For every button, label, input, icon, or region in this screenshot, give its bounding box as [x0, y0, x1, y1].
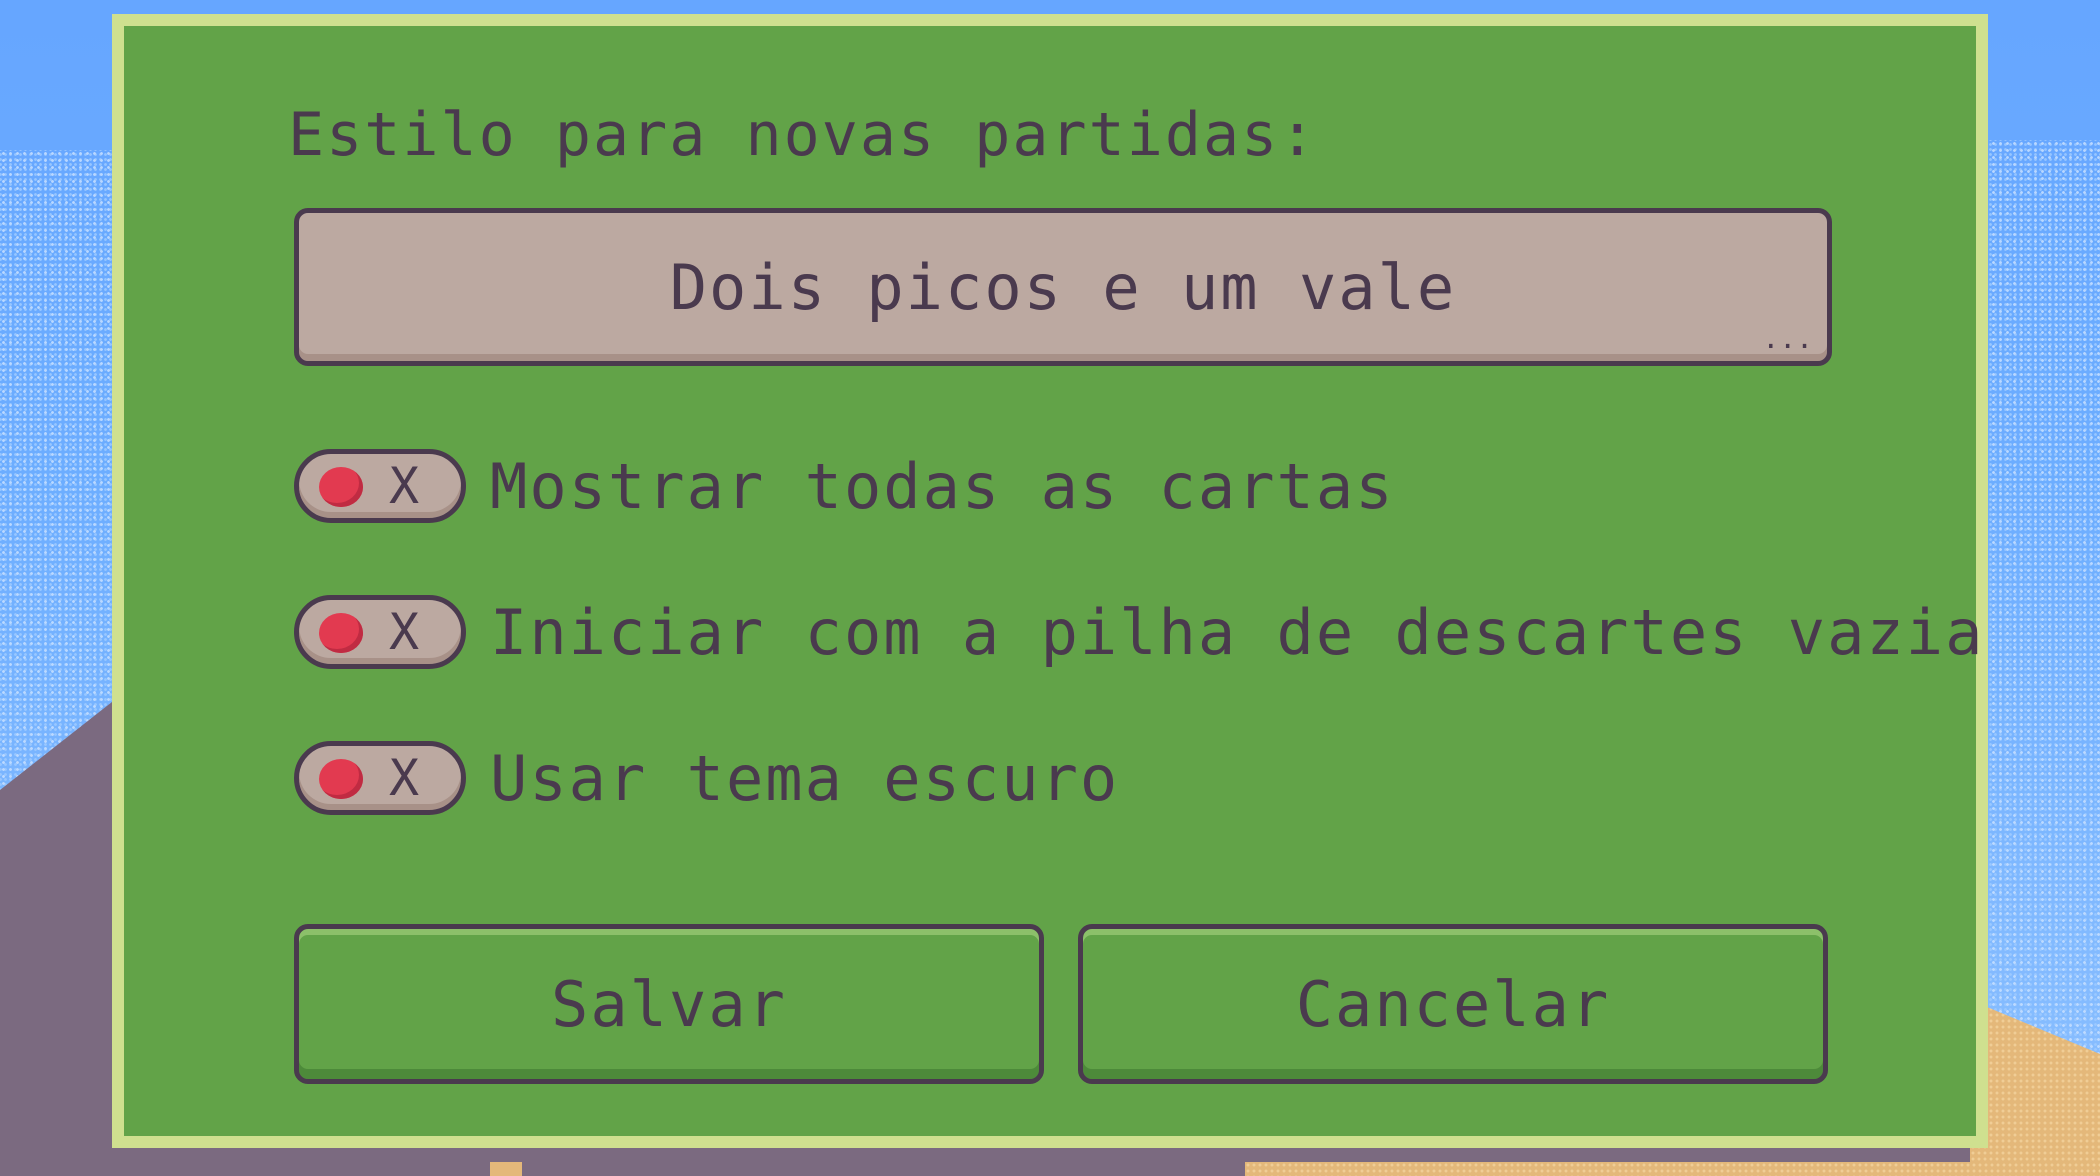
- toggle-off-x-icon: X: [389, 603, 420, 661]
- option-show-all-cards: X Mostrar todas as cartas: [294, 446, 1395, 526]
- save-button-label: Salvar: [551, 967, 787, 1041]
- sand-ground: [1245, 1162, 2100, 1176]
- more-options-icon: ...: [1762, 322, 1813, 355]
- dark-theme-toggle[interactable]: X: [294, 741, 466, 815]
- save-button[interactable]: Salvar: [294, 924, 1044, 1084]
- toggle-off-knob-icon: [319, 759, 363, 799]
- game-style-value: Dois picos e um vale: [669, 250, 1457, 324]
- toggle-off-x-icon: X: [389, 457, 420, 515]
- show-all-cards-label: Mostrar todas as cartas: [490, 449, 1395, 523]
- option-dark-theme: X Usar tema escuro: [294, 738, 1119, 818]
- option-empty-discard-pile: X Iniciar com a pilha de descartes vazia: [294, 592, 1984, 672]
- game-style-select[interactable]: Dois picos e um vale ...: [294, 208, 1832, 366]
- sand-patch: [490, 1162, 522, 1176]
- empty-discard-pile-toggle[interactable]: X: [294, 595, 466, 669]
- cancel-button-label: Cancelar: [1295, 967, 1611, 1041]
- cancel-button[interactable]: Cancelar: [1078, 924, 1828, 1084]
- toggle-off-x-icon: X: [389, 749, 420, 807]
- show-all-cards-toggle[interactable]: X: [294, 449, 466, 523]
- toggle-off-knob-icon: [319, 613, 363, 653]
- dark-theme-label: Usar tema escuro: [490, 741, 1120, 815]
- empty-discard-pile-label: Iniciar com a pilha de descartes vazia: [490, 595, 1985, 669]
- style-section-label: Estilo para novas partidas:: [288, 100, 1318, 170]
- toggle-off-knob-icon: [319, 467, 363, 507]
- settings-dialog: Estilo para novas partidas: Dois picos e…: [112, 14, 1988, 1148]
